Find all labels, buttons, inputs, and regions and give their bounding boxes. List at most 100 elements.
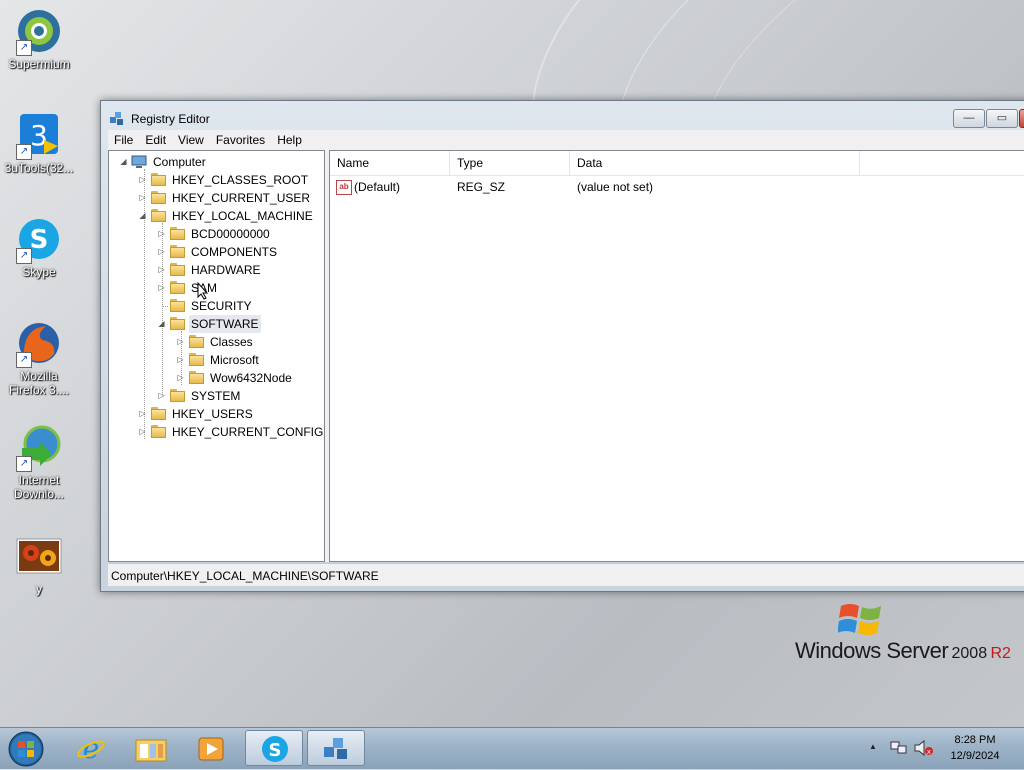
tree-label: HKEY_CURRENT_USER	[172, 191, 311, 205]
desktop-icon-supermium[interactable]: ↗ Supermium	[2, 8, 76, 71]
tree-label: BCD00000000	[191, 227, 270, 241]
tree-label-selected: SOFTWARE	[189, 315, 261, 333]
show-hidden-icons-button[interactable]: ▲	[869, 742, 877, 751]
desktop-icon-3utools[interactable]: 3 ↗ 3uTools(32...	[2, 112, 76, 175]
tree-item-classes[interactable]: ▷ Classes	[109, 333, 319, 351]
values-list[interactable]: Name Type Data ab (Default) REG_SZ (valu…	[329, 150, 1024, 562]
brand-main-text: Windows Server	[795, 638, 949, 663]
folder-open-icon	[170, 317, 186, 330]
tree-label: HKEY_LOCAL_MACHINE	[172, 209, 313, 223]
clock-date[interactable]: 12/9/2024	[940, 750, 1010, 762]
value-type: REG_SZ	[457, 180, 506, 194]
shortcut-arrow-icon: ↗	[16, 144, 32, 160]
list-row[interactable]: ab (Default) REG_SZ (value not set)	[330, 177, 1024, 197]
3utools-icon: 3 ↗	[16, 112, 62, 160]
taskbar-internet-explorer[interactable]: e	[62, 730, 120, 766]
expand-arrow-icon[interactable]: ▷	[157, 261, 166, 279]
expand-arrow-icon[interactable]: ▷	[138, 189, 147, 207]
menu-view[interactable]: View	[172, 130, 210, 150]
desktop-icon-skype[interactable]: S ↗ Skype	[2, 216, 76, 279]
expand-arrow-icon[interactable]: ▷	[157, 387, 166, 405]
brand-year-text: 2008	[951, 645, 988, 662]
column-header-data[interactable]: Data	[570, 151, 860, 175]
folder-icon	[189, 371, 205, 384]
tree-item-components[interactable]: ▷ COMPONENTS	[109, 243, 319, 261]
expand-arrow-icon[interactable]: ▷	[138, 171, 147, 189]
folder-icon	[170, 299, 186, 312]
tree-item-hkey-current-user[interactable]: ▷ HKEY_CURRENT_USER	[109, 189, 319, 207]
desktop-icon-idm[interactable]: ↗ Internet Downlo...	[2, 424, 76, 501]
expand-arrow-icon[interactable]: ▷	[157, 279, 166, 297]
list-header: Name Type Data	[330, 151, 1024, 176]
brand-edition-text: R2	[990, 645, 1011, 662]
expand-arrow-icon[interactable]: ▷	[176, 369, 185, 387]
expand-arrow-icon[interactable]: ▷	[176, 351, 185, 369]
folder-icon	[151, 425, 167, 438]
folder-icon	[151, 173, 167, 186]
taskbar-skype[interactable]: S	[245, 730, 303, 766]
taskbar-registry-editor[interactable]	[307, 730, 365, 766]
expand-arrow-icon[interactable]: ▷	[138, 405, 147, 423]
expand-arrow-icon[interactable]: ▷	[157, 225, 166, 243]
internet-download-manager-icon: ↗	[16, 424, 62, 472]
tree-label: HKEY_CLASSES_ROOT	[172, 173, 309, 187]
svg-text:e: e	[83, 734, 100, 762]
clock-time[interactable]: 8:28 PM	[940, 734, 1010, 746]
media-player-icon	[197, 736, 225, 765]
tree-item-microsoft[interactable]: ▷ Microsoft	[109, 351, 319, 369]
menu-edit[interactable]: Edit	[139, 130, 172, 150]
folder-icon	[170, 227, 186, 240]
expand-arrow-icon[interactable]: ▷	[138, 423, 147, 441]
windows-flag-logo-icon	[837, 600, 884, 640]
tree-item-hkey-classes-root[interactable]: ▷ HKEY_CLASSES_ROOT	[109, 171, 319, 189]
tree-label: Microsoft	[210, 353, 259, 367]
registry-editor-icon	[109, 111, 125, 127]
firefox-icon: ↗	[16, 320, 62, 368]
tree-item-sam[interactable]: ▷ SAM	[109, 279, 319, 297]
tree-item-computer[interactable]: ◢ Computer	[109, 153, 319, 171]
network-icon[interactable]	[890, 740, 908, 759]
tree-item-security[interactable]: SECURITY	[109, 297, 319, 315]
column-header-name[interactable]: Name	[330, 151, 450, 175]
column-header-type[interactable]: Type	[450, 151, 570, 175]
desktop-icon-firefox[interactable]: ↗ Mozilla Firefox 3....	[2, 320, 76, 397]
taskbar-media-player[interactable]	[182, 730, 240, 766]
maximize-button[interactable]: ▭	[986, 109, 1018, 128]
tree-item-hkey-current-config[interactable]: ▷ HKEY_CURRENT_CONFIG	[109, 423, 323, 441]
menu-file[interactable]: File	[108, 130, 139, 150]
svg-text:x: x	[927, 748, 931, 756]
tree-item-hardware[interactable]: ▷ HARDWARE	[109, 261, 319, 279]
volume-muted-icon[interactable]: x	[914, 739, 934, 759]
windows-server-branding: Windows Server 2008 R2	[795, 638, 1011, 664]
svg-text:S: S	[269, 740, 282, 761]
expand-arrow-icon[interactable]: ▷	[176, 333, 185, 351]
tree-item-hkey-users[interactable]: ▷ HKEY_USERS	[109, 405, 319, 423]
folder-library-icon	[135, 736, 167, 765]
value-data: (value not set)	[577, 180, 654, 194]
tree-label: Computer	[153, 155, 206, 169]
desktop-icon-y[interactable]: y	[2, 538, 76, 596]
expand-arrow-icon[interactable]: ▷	[157, 243, 166, 261]
collapse-arrow-icon[interactable]: ◢	[138, 207, 147, 225]
mouse-cursor-icon	[197, 281, 209, 303]
minimize-button[interactable]: —	[953, 109, 985, 128]
tree-item-hkey-local-machine[interactable]: ◢ HKEY_LOCAL_MACHINE	[109, 207, 319, 225]
registry-tree[interactable]: ◢ Computer ▷ HKEY_CLASSES_ROOT ▷ HKEY_CU…	[108, 150, 325, 562]
registry-editor-window[interactable]: Registry Editor — ▭ ✕ FileEditViewFavori…	[100, 100, 1024, 592]
collapse-arrow-icon[interactable]: ◢	[119, 153, 128, 171]
status-path: Computer\HKEY_LOCAL_MACHINE\SOFTWARE	[111, 569, 379, 583]
tree-item-system[interactable]: ▷ SYSTEM	[109, 387, 319, 405]
taskbar: e S ▲ x 8:28 PM 12/9/2024	[0, 727, 1024, 769]
tree-item-software[interactable]: ◢ SOFTWARE	[109, 315, 319, 333]
svg-text:S: S	[30, 225, 49, 255]
menu-help[interactable]: Help	[271, 130, 308, 150]
taskbar-windows-explorer[interactable]	[122, 730, 180, 766]
tree-item-wow6432node[interactable]: ▷ Wow6432Node	[109, 369, 319, 387]
close-button[interactable]: ✕	[1019, 109, 1024, 128]
folder-open-icon	[151, 209, 167, 222]
start-button[interactable]	[6, 731, 46, 767]
tree-item-bcd00000000[interactable]: ▷ BCD00000000	[109, 225, 319, 243]
collapse-arrow-icon[interactable]: ◢	[157, 315, 166, 333]
shortcut-arrow-icon: ↗	[16, 352, 32, 368]
menu-favorites[interactable]: Favorites	[210, 130, 271, 150]
